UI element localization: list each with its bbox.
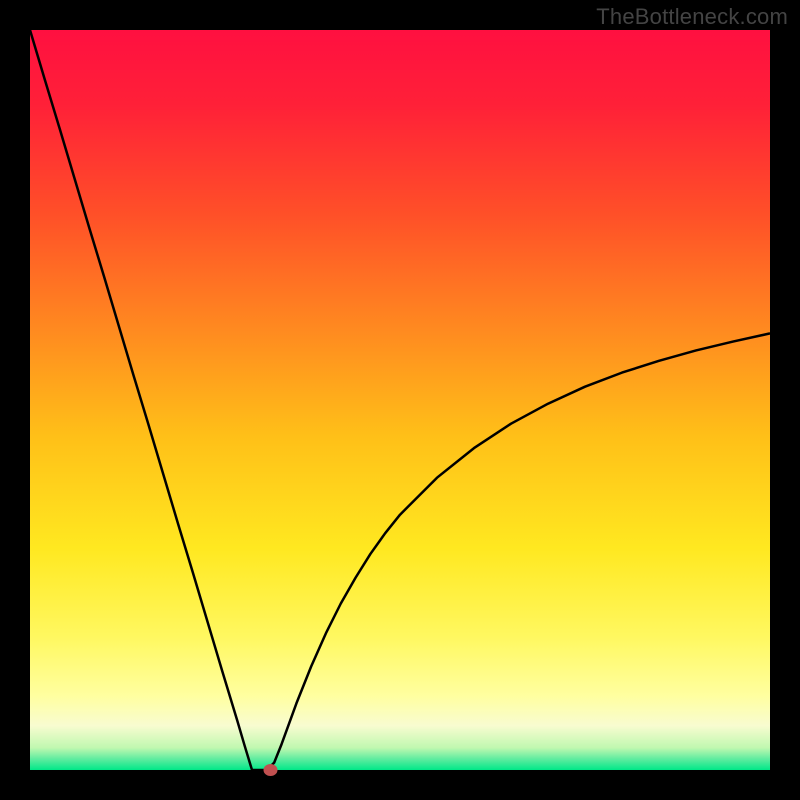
chart-svg bbox=[0, 0, 800, 800]
bottleneck-chart: TheBottleneck.com bbox=[0, 0, 800, 800]
watermark-text: TheBottleneck.com bbox=[596, 4, 788, 30]
optimal-point-marker bbox=[264, 764, 278, 776]
